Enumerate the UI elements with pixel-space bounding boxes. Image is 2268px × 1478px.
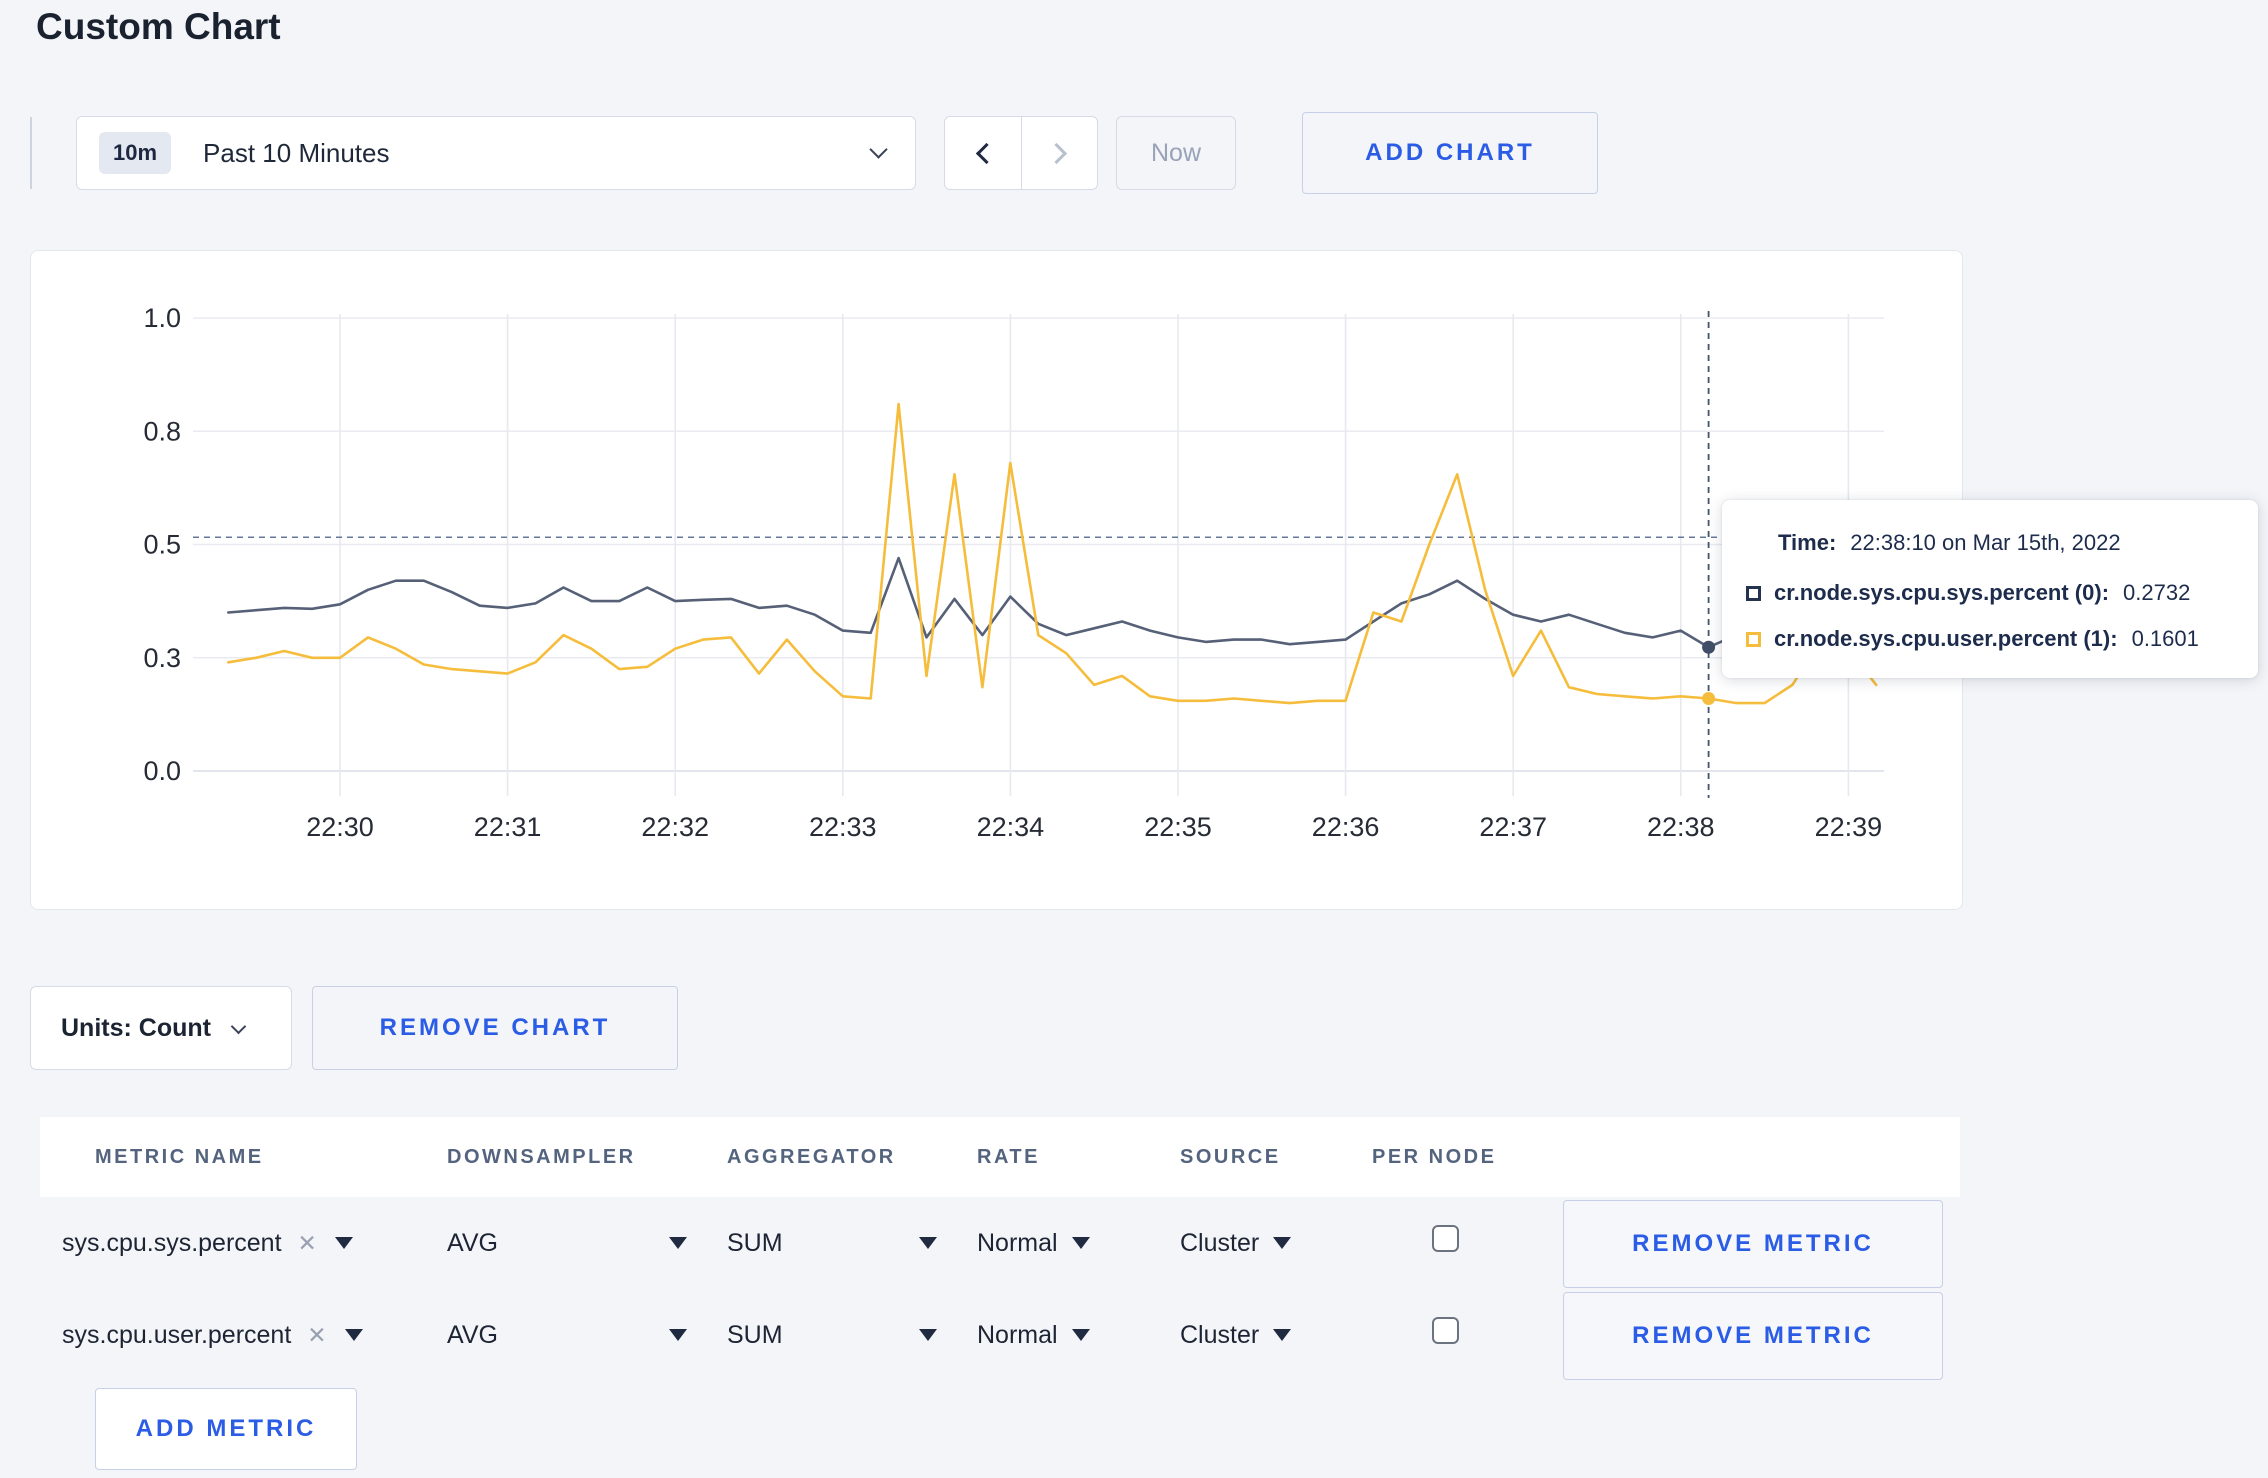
chevron-left-icon bbox=[975, 142, 997, 164]
downsampler-select[interactable]: AVG bbox=[447, 1197, 687, 1289]
downsampler-value: AVG bbox=[447, 1228, 498, 1257]
timeseries-chart[interactable]: 0.0 0.3 0.5 0.8 1.0 22:30 22:31 22:32 22:33 22:34… bbox=[31, 251, 1961, 908]
caret-down-icon bbox=[1071, 1237, 1090, 1249]
add-chart-button[interactable]: ADD CHART bbox=[1302, 112, 1598, 194]
tooltip-time-value: 22:38:10 on Mar 15th, 2022 bbox=[1850, 530, 2121, 555]
now-button[interactable]: Now bbox=[1116, 116, 1236, 190]
y-tick-label: 0.3 bbox=[143, 643, 181, 673]
x-tick-label: 22:35 bbox=[1144, 812, 1212, 842]
tooltip-series-user-value: 0.1601 bbox=[2131, 626, 2199, 651]
metric-name-value: sys.cpu.user.percent bbox=[62, 1320, 292, 1349]
caret-down-icon bbox=[919, 1329, 937, 1341]
source-value: Cluster bbox=[1180, 1320, 1260, 1349]
units-label: Units: Count bbox=[61, 1013, 211, 1042]
chevron-down-icon bbox=[869, 140, 888, 159]
time-range-dropdown[interactable]: 10m Past 10 Minutes bbox=[76, 116, 916, 190]
caret-down-icon[interactable] bbox=[344, 1329, 363, 1341]
metric-row-1: sys.cpu.sys.percent ✕ AVG SUM Normal Clu… bbox=[40, 1197, 1960, 1289]
metrics-table-header: METRIC NAME DOWNSAMPLER AGGREGATOR RATE … bbox=[40, 1117, 1960, 1197]
tooltip-time-label: Time: bbox=[1778, 530, 1837, 555]
caret-down-icon bbox=[919, 1237, 937, 1249]
tooltip-series-user-label: cr.node.sys.cpu.user.percent (1): bbox=[1774, 626, 2118, 651]
units-dropdown[interactable]: Units: Count bbox=[30, 986, 292, 1070]
remove-metric-x-icon[interactable]: ✕ bbox=[307, 1322, 326, 1349]
aggregator-value: SUM bbox=[727, 1228, 783, 1257]
y-tick-label: 0.0 bbox=[143, 756, 181, 786]
rate-select[interactable]: Normal bbox=[977, 1289, 1090, 1381]
tooltip-series-sys-label: cr.node.sys.cpu.sys.percent (0): bbox=[1774, 580, 2110, 605]
aggregator-select[interactable]: SUM bbox=[727, 1197, 937, 1289]
per-node-checkbox[interactable] bbox=[1432, 1225, 1459, 1252]
time-nav-group bbox=[944, 116, 1098, 190]
series-sys-swatch-icon bbox=[1746, 585, 1761, 601]
y-tick-label: 1.0 bbox=[143, 303, 181, 333]
x-tick-label: 22:39 bbox=[1815, 812, 1883, 842]
col-metric-name: METRIC NAME bbox=[95, 1145, 264, 1168]
x-tick-label: 22:34 bbox=[977, 812, 1045, 842]
page-title: Custom Chart bbox=[36, 6, 281, 47]
caret-down-icon[interactable] bbox=[334, 1237, 353, 1249]
remove-metric-x-icon[interactable]: ✕ bbox=[298, 1230, 317, 1257]
caret-down-icon bbox=[1273, 1329, 1292, 1341]
metric-name-select[interactable]: sys.cpu.user.percent ✕ bbox=[62, 1289, 363, 1381]
rate-value: Normal bbox=[977, 1320, 1058, 1349]
x-tick-label: 22:31 bbox=[474, 812, 542, 842]
series-user-swatch-icon bbox=[1746, 631, 1761, 647]
rate-value: Normal bbox=[977, 1228, 1058, 1257]
chart-card: 0.0 0.3 0.5 0.8 1.0 22:30 22:31 22:32 22:33 22:34… bbox=[30, 250, 1963, 910]
downsampler-value: AVG bbox=[447, 1320, 498, 1349]
series-line-0 bbox=[227, 556, 1878, 649]
remove-metric-button[interactable]: REMOVE METRIC bbox=[1563, 1200, 1943, 1288]
crosshair-dot-0 bbox=[1702, 640, 1716, 654]
downsampler-select[interactable]: AVG bbox=[447, 1289, 687, 1381]
add-metric-button[interactable]: ADD METRIC bbox=[95, 1388, 357, 1470]
tooltip-series-sys-value: 0.2732 bbox=[2123, 580, 2191, 605]
x-tick-label: 22:38 bbox=[1647, 812, 1715, 842]
metric-name-value: sys.cpu.sys.percent bbox=[62, 1228, 282, 1257]
x-tick-label: 22:33 bbox=[809, 812, 877, 842]
aggregator-value: SUM bbox=[727, 1320, 783, 1349]
col-aggregator: AGGREGATOR bbox=[727, 1145, 896, 1168]
time-range-label: Past 10 Minutes bbox=[203, 137, 390, 168]
source-select[interactable]: Cluster bbox=[1180, 1197, 1292, 1289]
controls-divider bbox=[30, 117, 32, 189]
caret-down-icon bbox=[1071, 1329, 1090, 1341]
col-downsampler: DOWNSAMPLER bbox=[447, 1145, 636, 1168]
y-tick-label: 0.8 bbox=[143, 416, 181, 446]
chevron-down-icon bbox=[230, 1018, 247, 1034]
col-per-node: PER NODE bbox=[1372, 1145, 1497, 1168]
metric-name-select[interactable]: sys.cpu.sys.percent ✕ bbox=[62, 1197, 353, 1289]
source-select[interactable]: Cluster bbox=[1180, 1289, 1292, 1381]
aggregator-select[interactable]: SUM bbox=[727, 1289, 937, 1381]
per-node-checkbox[interactable] bbox=[1432, 1317, 1459, 1344]
x-tick-label: 22:30 bbox=[306, 812, 374, 842]
col-rate: RATE bbox=[977, 1145, 1040, 1168]
chart-tooltip: Time: 22:38:10 on Mar 15th, 2022 cr.node… bbox=[1722, 500, 2258, 678]
remove-metric-button[interactable]: REMOVE METRIC bbox=[1563, 1292, 1943, 1380]
x-tick-label: 22:37 bbox=[1479, 812, 1547, 842]
caret-down-icon bbox=[669, 1329, 687, 1341]
x-tick-label: 22:36 bbox=[1312, 812, 1380, 842]
prev-time-button[interactable] bbox=[945, 117, 1021, 189]
col-source: SOURCE bbox=[1180, 1145, 1281, 1168]
metric-row-2: sys.cpu.user.percent ✕ AVG SUM Normal Cl… bbox=[40, 1289, 1960, 1381]
chevron-right-icon bbox=[1045, 142, 1068, 164]
y-tick-label: 0.5 bbox=[143, 530, 181, 560]
caret-down-icon bbox=[669, 1237, 687, 1249]
caret-down-icon bbox=[1273, 1237, 1292, 1249]
remove-chart-button[interactable]: REMOVE CHART bbox=[312, 986, 678, 1070]
rate-select[interactable]: Normal bbox=[977, 1197, 1090, 1289]
x-tick-label: 22:32 bbox=[641, 812, 709, 842]
time-range-badge: 10m bbox=[99, 132, 172, 174]
source-value: Cluster bbox=[1180, 1228, 1260, 1257]
next-time-button[interactable] bbox=[1021, 117, 1097, 189]
crosshair-dot-1 bbox=[1702, 691, 1716, 705]
